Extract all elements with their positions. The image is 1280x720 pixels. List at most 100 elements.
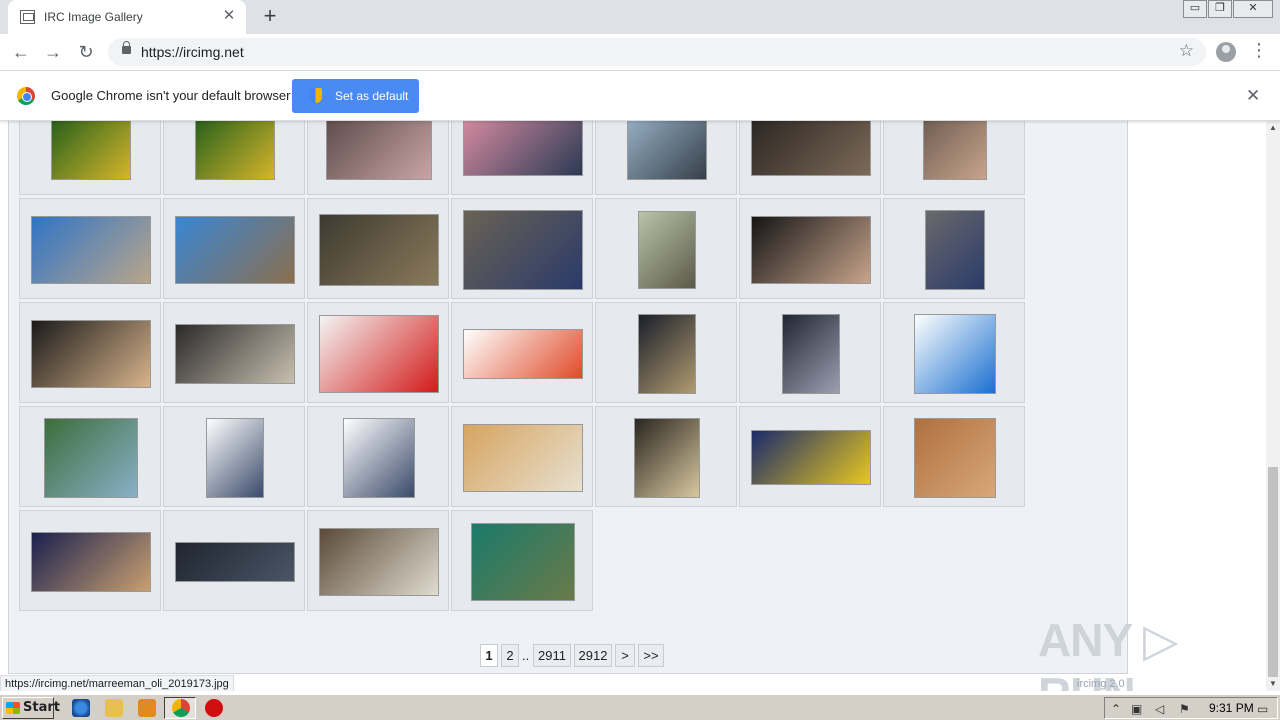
gallery-thumbnail[interactable] [44, 417, 138, 498]
scrollbar[interactable]: ▲ ▼ [1266, 121, 1280, 691]
gallery-thumbnail[interactable] [463, 209, 583, 290]
gallery-thumbnail[interactable] [751, 121, 871, 176]
gallery-cell[interactable] [883, 198, 1025, 299]
star-icon[interactable]: ☆ [1179, 41, 1194, 61]
scroll-down-icon[interactable]: ▼ [1266, 677, 1280, 691]
gallery-cell[interactable] [739, 406, 881, 507]
gallery-cell[interactable] [595, 198, 737, 299]
gallery-thumbnail[interactable] [627, 121, 707, 180]
gallery-cell[interactable] [451, 121, 593, 195]
gallery-thumbnail[interactable] [175, 215, 295, 284]
gallery-cell[interactable] [307, 302, 449, 403]
gallery-thumbnail[interactable] [914, 417, 996, 498]
tray-arrow-icon[interactable]: ⌃ [1111, 702, 1121, 716]
gallery-thumbnail[interactable] [31, 215, 151, 284]
gallery-cell[interactable] [163, 302, 305, 403]
restore-button[interactable]: ❐ [1208, 0, 1232, 18]
gallery-thumbnail[interactable] [319, 213, 439, 286]
reload-icon[interactable]: ↻ [74, 40, 98, 64]
gallery-cell[interactable] [451, 302, 593, 403]
gallery-thumbnail[interactable] [31, 319, 151, 388]
volume-icon[interactable]: ◁ [1155, 702, 1164, 716]
gallery-cell[interactable] [19, 406, 161, 507]
gallery-cell[interactable] [595, 302, 737, 403]
gallery-thumbnail[interactable] [51, 121, 131, 180]
page-link[interactable]: 1 [480, 644, 498, 667]
plus-icon[interactable]: + [258, 5, 282, 29]
gallery-thumbnail[interactable] [463, 328, 583, 379]
gallery-thumbnail[interactable] [638, 313, 696, 394]
minimize-button[interactable]: ▭ [1183, 0, 1207, 18]
gallery-cell[interactable] [739, 198, 881, 299]
page-link[interactable]: 2 [501, 644, 519, 667]
gallery-cell[interactable] [739, 302, 881, 403]
gallery-thumbnail[interactable] [471, 522, 575, 601]
gallery-cell[interactable] [595, 406, 737, 507]
gallery-thumbnail[interactable] [175, 541, 295, 582]
show-desktop-icon[interactable]: ▭ [1257, 702, 1268, 716]
window-close-button[interactable]: ✕ [1233, 0, 1273, 18]
start-button[interactable]: Start [2, 697, 60, 719]
page-link[interactable]: 2911 [533, 644, 571, 667]
gallery-thumbnail[interactable] [782, 313, 840, 394]
gallery-cell[interactable] [883, 406, 1025, 507]
gallery-cell[interactable] [307, 198, 449, 299]
stop-icon[interactable] [205, 699, 223, 717]
gallery-thumbnail[interactable] [463, 423, 583, 492]
profile-icon[interactable] [1216, 42, 1236, 62]
gallery-thumbnail[interactable] [175, 323, 295, 384]
gallery-thumbnail[interactable] [31, 531, 151, 592]
gallery-thumbnail[interactable] [326, 121, 432, 180]
media-player-icon[interactable] [138, 699, 156, 717]
gallery-cell[interactable] [451, 510, 593, 611]
gallery-cell[interactable] [595, 121, 737, 195]
close-icon[interactable]: ✕ [1246, 86, 1260, 106]
page-link[interactable]: >> [638, 644, 664, 667]
gallery-cell[interactable] [307, 406, 449, 507]
lock-icon[interactable] [122, 41, 131, 54]
address-bar[interactable]: https://ircimg.net ☆ [108, 38, 1206, 66]
menu-icon[interactable]: ⋮ [1250, 40, 1268, 61]
network-icon[interactable]: ▣ [1131, 702, 1142, 716]
gallery-thumbnail[interactable] [343, 417, 415, 498]
gallery-thumbnail[interactable] [925, 209, 985, 290]
close-icon[interactable]: ✕ [220, 7, 238, 25]
gallery-thumbnail[interactable] [638, 210, 696, 289]
gallery-thumbnail[interactable] [319, 527, 439, 596]
gallery-thumbnail[interactable] [634, 417, 700, 498]
folder-icon[interactable] [105, 699, 123, 717]
gallery-thumbnail[interactable] [206, 417, 264, 498]
tab-irc-image-gallery[interactable]: IRC Image Gallery ✕ [8, 0, 246, 34]
gallery-thumbnail[interactable] [195, 121, 275, 180]
scroll-up-icon[interactable]: ▲ [1266, 121, 1280, 135]
gallery-cell[interactable] [19, 198, 161, 299]
gallery-cell[interactable] [19, 510, 161, 611]
back-icon[interactable]: ← [9, 40, 33, 64]
gallery-cell[interactable] [883, 121, 1025, 195]
gallery-thumbnail[interactable] [463, 121, 583, 176]
gallery-cell[interactable] [451, 406, 593, 507]
gallery-thumbnail[interactable] [319, 314, 439, 393]
gallery-cell[interactable] [19, 302, 161, 403]
gallery-cell[interactable] [451, 198, 593, 299]
page-link[interactable]: 2912 [574, 644, 612, 667]
gallery-cell[interactable] [307, 121, 449, 195]
gallery-cell[interactable] [883, 302, 1025, 403]
gallery-thumbnail[interactable] [914, 313, 996, 394]
gallery-cell[interactable] [163, 121, 305, 195]
gallery-cell[interactable] [163, 198, 305, 299]
gallery-cell[interactable] [19, 121, 161, 195]
page-link[interactable]: > [615, 644, 635, 667]
gallery-thumbnail[interactable] [923, 121, 987, 180]
gallery-cell[interactable] [163, 406, 305, 507]
gallery-cell[interactable] [307, 510, 449, 611]
gallery-thumbnail[interactable] [751, 215, 871, 284]
gallery-cell[interactable] [739, 121, 881, 195]
gallery-thumbnail[interactable] [751, 430, 871, 485]
forward-icon[interactable]: → [41, 40, 65, 64]
gallery-cell[interactable] [163, 510, 305, 611]
flag-icon[interactable]: ⚑ [1179, 702, 1190, 716]
set-as-default-button[interactable]: Set as default [292, 79, 419, 113]
scroll-thumb[interactable] [1268, 467, 1278, 677]
taskbar-chrome-button[interactable] [164, 697, 196, 719]
